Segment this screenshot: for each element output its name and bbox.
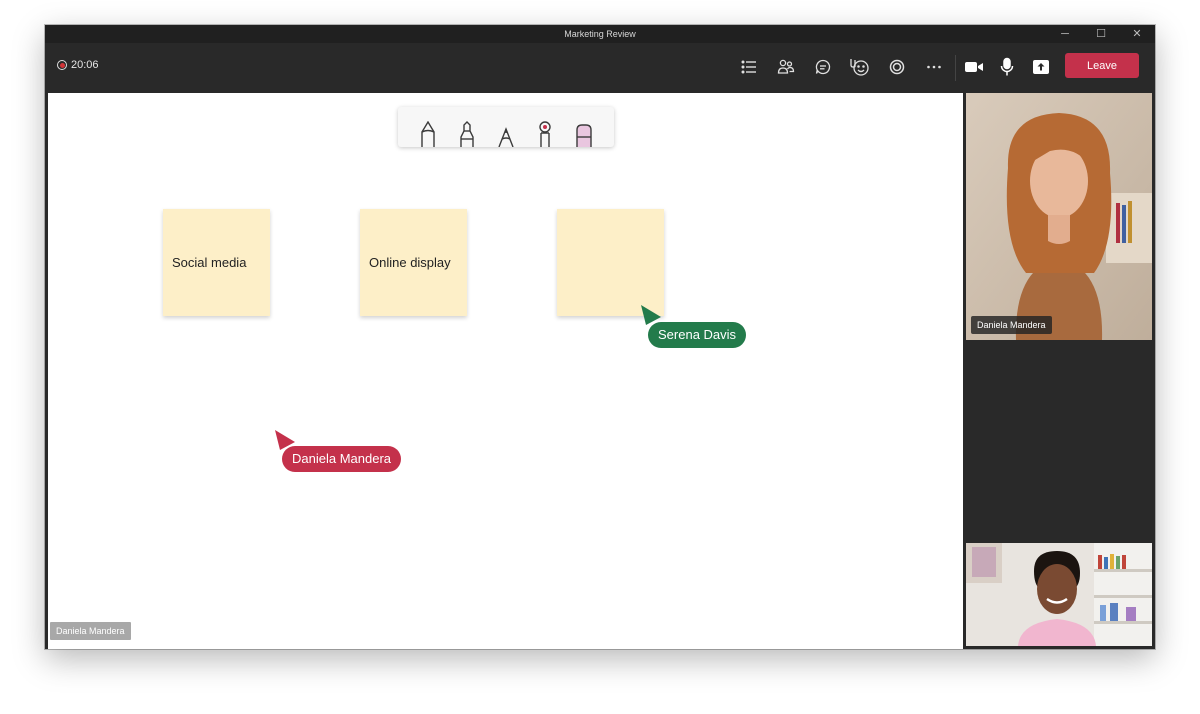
- pencil-icon: [498, 127, 514, 147]
- chat-icon: [815, 59, 831, 75]
- meeting-window: Marketing Review ─ ☐ ✕ 20:06 Leave Socia…: [45, 25, 1155, 649]
- laser-pointer-icon: [539, 121, 551, 147]
- title-bar: Marketing Review ─ ☐ ✕: [45, 25, 1155, 43]
- whiteboard-canvas[interactable]: Social media Online display Serena Davis…: [48, 93, 963, 649]
- ink-toolbar: [398, 107, 614, 147]
- timer-text: 20:06: [71, 59, 99, 71]
- people-icon: [777, 59, 795, 74]
- cursor-name-label: Daniela Mandera: [282, 446, 402, 472]
- camera-button[interactable]: [962, 55, 986, 79]
- camera-icon: [965, 62, 983, 72]
- marker-icon: [460, 121, 474, 147]
- participant-video: [966, 93, 1152, 340]
- eraser-tool[interactable]: [573, 117, 595, 147]
- marker-tool[interactable]: [456, 117, 478, 147]
- pen-tool[interactable]: [417, 117, 439, 147]
- sticky-note[interactable]: Online display: [360, 209, 467, 316]
- pencil-tool[interactable]: [495, 117, 517, 147]
- share-screen-icon: [1033, 60, 1049, 74]
- window-title: Marketing Review: [564, 29, 636, 39]
- list-button[interactable]: [737, 55, 761, 79]
- people-button[interactable]: [774, 55, 798, 79]
- pen-icon: [420, 121, 435, 147]
- participant-video-tile[interactable]: [966, 543, 1152, 646]
- laser-pointer-tool[interactable]: [534, 117, 556, 147]
- recording-icon: [57, 60, 67, 70]
- leave-button[interactable]: Leave: [1065, 53, 1139, 78]
- minimize-button[interactable]: ─: [1047, 25, 1083, 43]
- meeting-toolbar: 20:06 Leave: [45, 43, 1155, 91]
- live-share-button[interactable]: [885, 55, 909, 79]
- more-button[interactable]: [922, 55, 946, 79]
- reactions-icon: [850, 59, 869, 76]
- mic-icon: [1000, 57, 1014, 76]
- share-screen-button[interactable]: [1029, 55, 1053, 79]
- presenter-name-tag: Daniela Mandera: [50, 622, 131, 640]
- sticky-note[interactable]: Social media: [163, 209, 270, 316]
- mic-button[interactable]: [995, 55, 1019, 79]
- maximize-button[interactable]: ☐: [1083, 25, 1119, 43]
- participant-video-tile[interactable]: Daniela Mandera: [966, 93, 1152, 340]
- more-icon: [927, 65, 941, 69]
- live-share-icon: [889, 59, 905, 75]
- recording-timer: 20:06: [57, 59, 99, 71]
- eraser-icon: [576, 124, 593, 147]
- participant-video: [966, 543, 1152, 646]
- cursor-name-label: Serena Davis: [648, 322, 747, 348]
- window-controls: ─ ☐ ✕: [1047, 25, 1155, 43]
- list-icon: [741, 60, 756, 74]
- toolbar-divider: [955, 55, 956, 81]
- close-button[interactable]: ✕: [1119, 25, 1155, 43]
- reactions-button[interactable]: [847, 55, 871, 79]
- participant-name-tag: Daniela Mandera: [971, 316, 1052, 334]
- chat-button[interactable]: [811, 55, 835, 79]
- sticky-note[interactable]: [557, 209, 664, 316]
